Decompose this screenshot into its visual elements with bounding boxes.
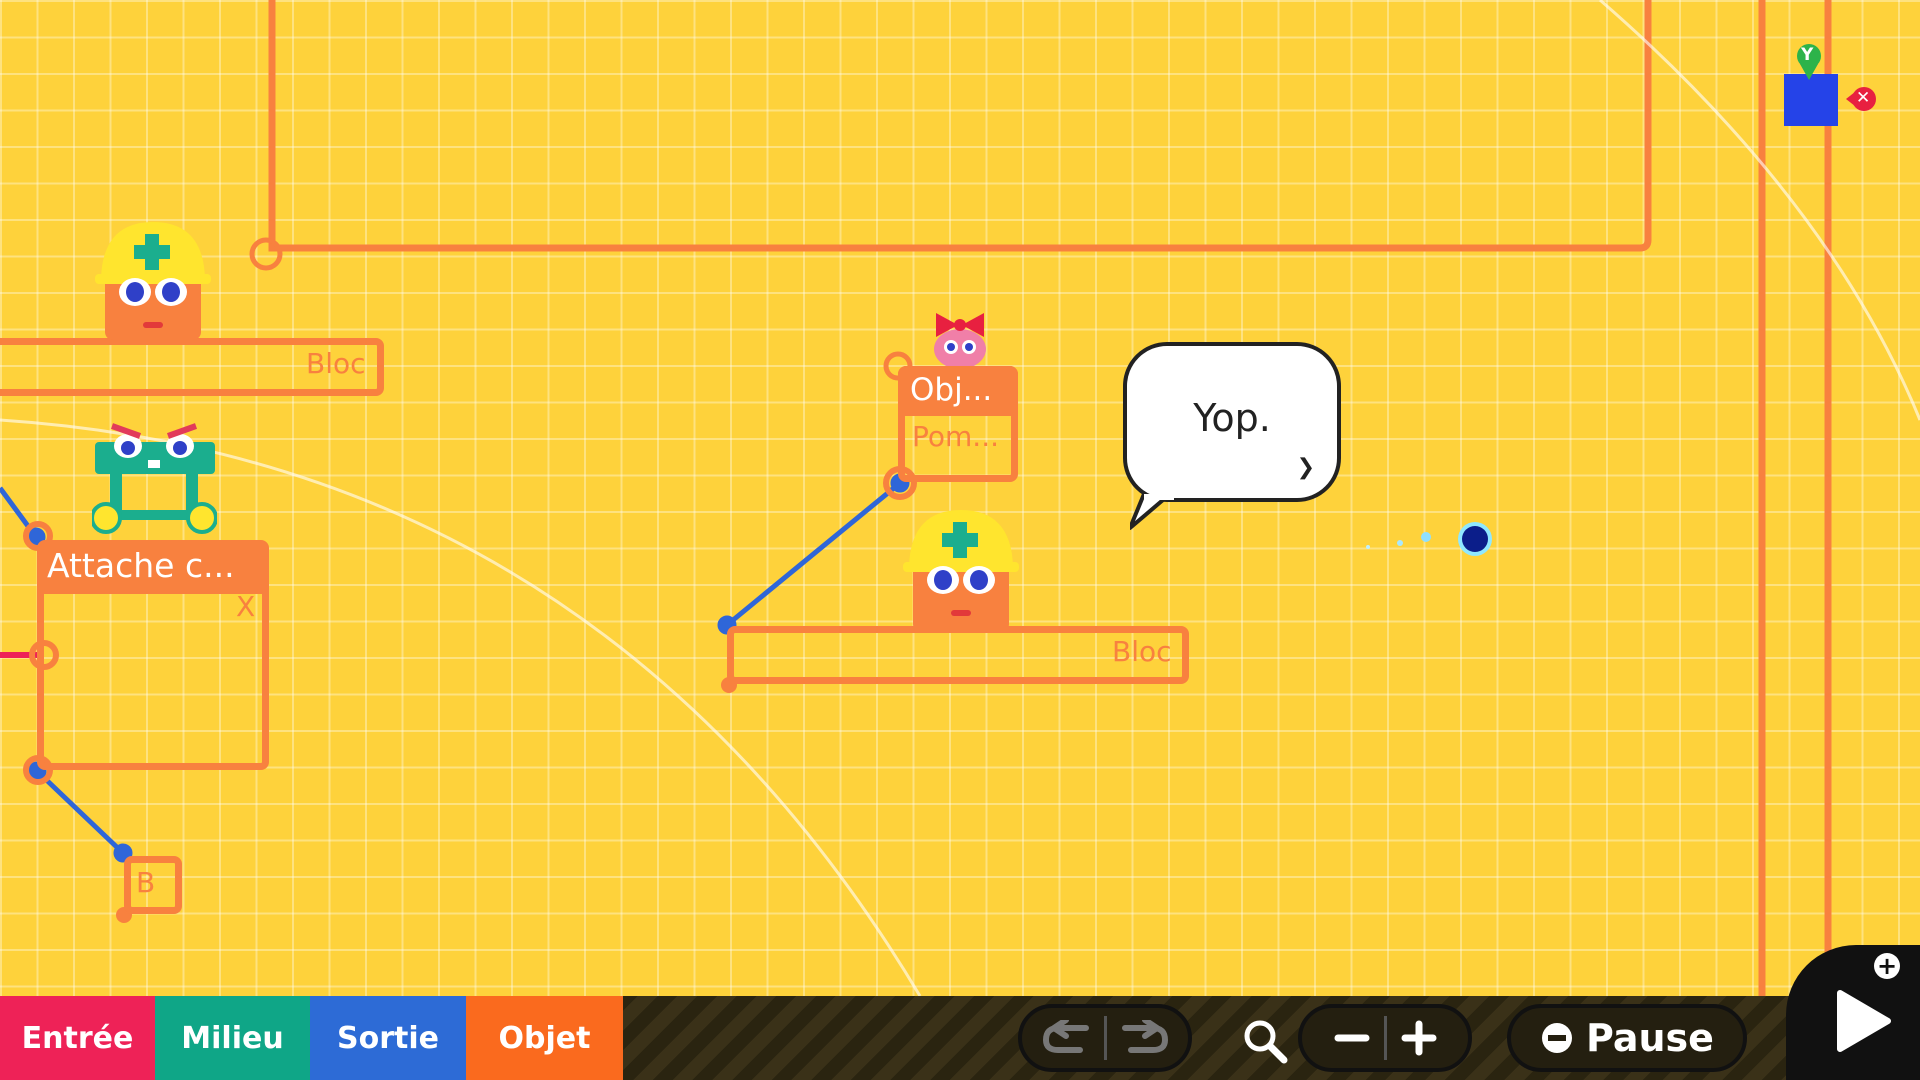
attache-node-sub: X [236, 590, 256, 623]
play-icon [1837, 990, 1891, 1052]
orange-wire-top [268, 0, 1652, 252]
worker-character-icon-center [903, 510, 1019, 632]
worker-character-icon [95, 222, 211, 340]
program-canvas[interactable]: Bloc Attache c... X B Obj... Pom... Bloc… [0, 0, 1920, 996]
b-node-label: B [136, 866, 156, 899]
clamp-character-icon [92, 423, 217, 534]
zoom-in-icon[interactable] [1399, 1018, 1439, 1058]
category-tab-objet[interactable]: Objet [466, 996, 623, 1080]
speech-bubble[interactable]: Yop. ❯ [1123, 342, 1341, 502]
plus-badge: + [1874, 953, 1900, 979]
pause-button[interactable]: Pause [1507, 1004, 1747, 1072]
x-button-icon[interactable]: ✕ [1856, 88, 1870, 108]
category-tab-sortie[interactable]: Sortie [310, 996, 466, 1080]
y-button-label: Y [1801, 45, 1814, 65]
bottom-toolbar: Entrée Milieu Sortie Objet Pause [0, 996, 1920, 1080]
speech-bubble-text: Yop. [1193, 396, 1271, 440]
pause-label: Pause [1586, 1016, 1714, 1060]
bow-character-icon [934, 313, 986, 367]
blue-dot-object[interactable] [1360, 515, 1500, 565]
objet-node-sub: Pom... [912, 420, 999, 453]
category-tab-milieu[interactable]: Milieu [155, 996, 310, 1080]
play-button[interactable]: + [1786, 945, 1920, 1080]
attache-node-title: Attache c... [37, 540, 269, 594]
objet-node-title: Obj... [898, 366, 1018, 416]
zoom-group [1298, 1004, 1472, 1072]
redo-icon[interactable] [1119, 1020, 1171, 1056]
zoom-out-icon[interactable] [1332, 1018, 1372, 1058]
undo-icon[interactable] [1040, 1020, 1092, 1056]
category-tab-entree[interactable]: Entrée [0, 996, 155, 1080]
magnifier-icon[interactable] [1242, 1018, 1288, 1064]
speech-bubble-tail [1130, 494, 1174, 530]
link-line-center [725, 481, 902, 627]
minus-circle-icon [1542, 1023, 1573, 1053]
undo-redo-group [1018, 1004, 1192, 1072]
bloc-label-center: Bloc [1112, 635, 1172, 668]
chevron-down-icon: ❯ [1296, 455, 1315, 480]
blue-square-object[interactable] [1780, 40, 1880, 130]
link-line-left-bottom [35, 769, 125, 855]
wire-layer [0, 0, 1920, 996]
bloc-label-top-left: Bloc [306, 347, 366, 380]
